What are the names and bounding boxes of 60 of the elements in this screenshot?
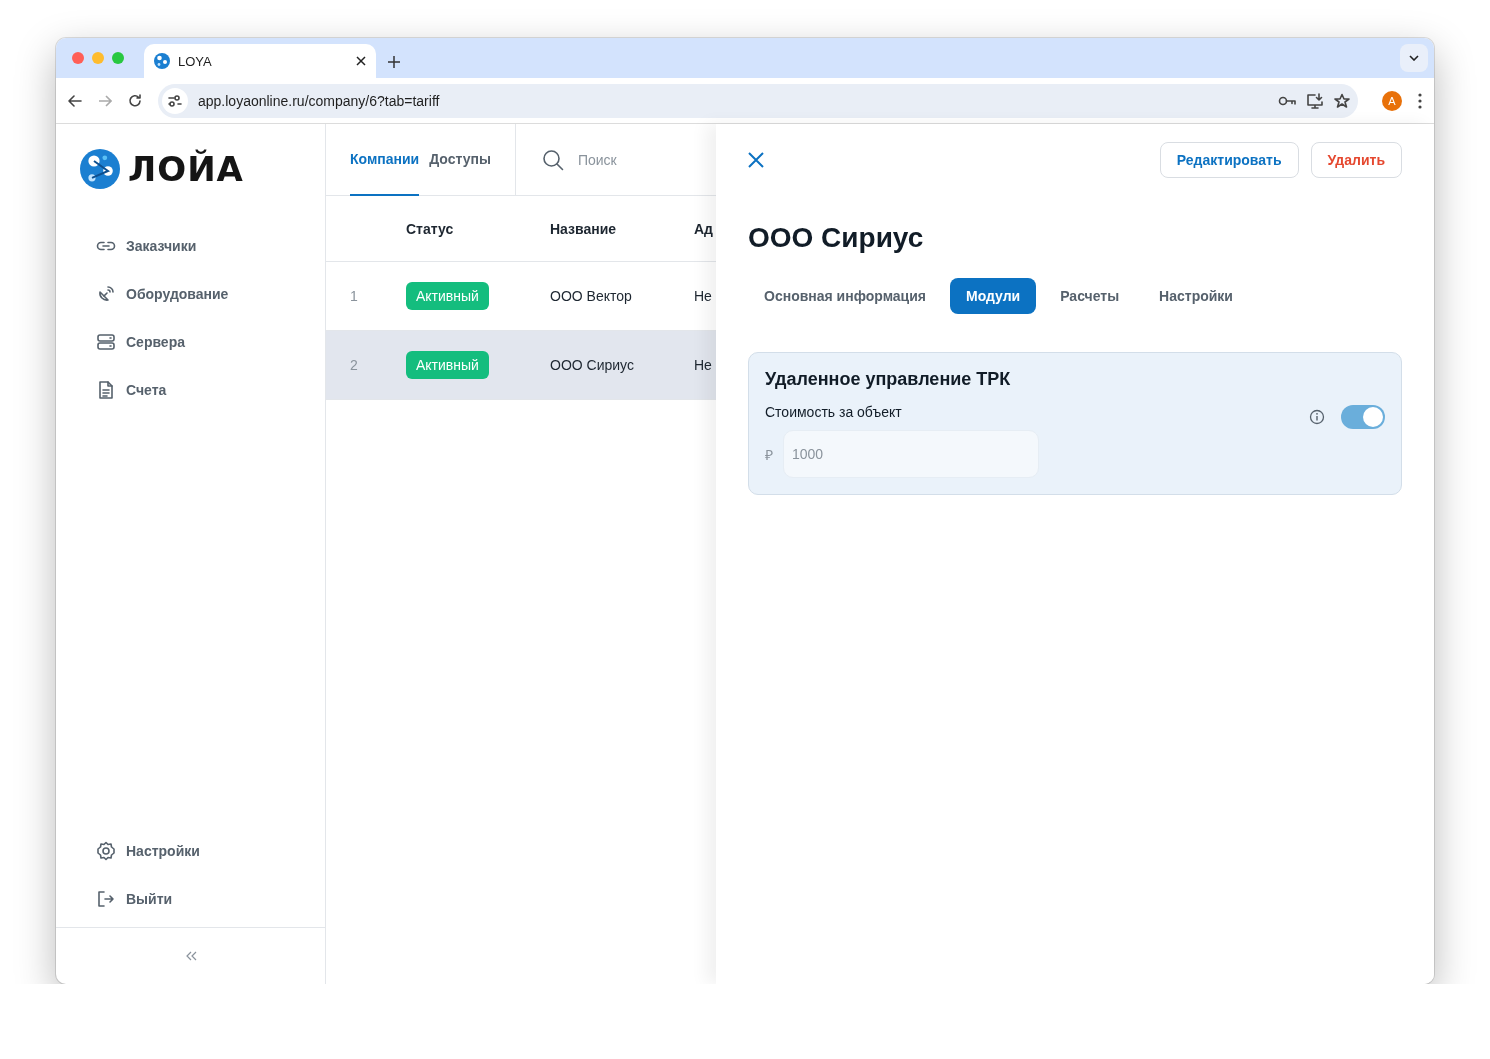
column-header: Название (550, 220, 618, 237)
row-number: 1 (350, 288, 359, 304)
nav-item[interactable]: Заказчики (96, 224, 325, 268)
edit-button[interactable]: Редактировать (1159, 142, 1299, 178)
info-icon[interactable] (1309, 408, 1325, 425)
column-header: Статус (406, 220, 455, 237)
search-icon (541, 148, 564, 171)
tab[interactable]: Доступы (429, 124, 491, 196)
install-icon[interactable] (1306, 92, 1324, 109)
star-icon[interactable] (1334, 92, 1350, 109)
nav-item[interactable]: Выйти (96, 877, 325, 921)
delete-button[interactable]: Удалить (1310, 142, 1402, 178)
site-settings-button[interactable] (162, 87, 188, 114)
collapse-icon[interactable] (184, 951, 197, 961)
tab[interactable]: Компании (350, 124, 420, 196)
logo-text: ЛОЙА (128, 149, 244, 189)
tab-title: LOYA (178, 53, 213, 69)
settings-icon (96, 841, 116, 861)
favicon-icon (154, 53, 170, 69)
server-icon (96, 332, 116, 352)
document-icon (96, 380, 116, 400)
reload-icon[interactable] (128, 93, 142, 108)
toggle-switch[interactable] (1341, 404, 1385, 429)
tab[interactable]: Настройки (1143, 278, 1249, 314)
key-icon[interactable] (1278, 94, 1296, 107)
status-badge: Активный (406, 351, 489, 379)
tab-search-button[interactable] (1400, 44, 1428, 72)
row-number: 2 (350, 357, 359, 373)
module-title: Удаленное управление ТРК (765, 369, 1012, 390)
column-header: Ад (694, 220, 714, 237)
price-input[interactable]: 1000 (783, 430, 1039, 478)
nav-item[interactable]: Оборудование (96, 272, 325, 316)
currency-sign: ₽ (765, 445, 773, 464)
logout-icon (96, 889, 116, 909)
nav-item[interactable]: Настройки (96, 829, 325, 873)
table-cell-text: ООО Вектор (550, 288, 633, 304)
table-cell-text: Не (694, 288, 713, 304)
menu-icon[interactable] (1418, 92, 1422, 109)
tab[interactable]: Основная информация (748, 278, 942, 314)
table-cell-text: Не (694, 357, 713, 373)
status-badge: Активный (406, 282, 489, 310)
url-text: app.loyaonline.ru/company/6?tab=tariff (198, 92, 441, 109)
close-icon[interactable] (356, 56, 366, 66)
table-row[interactable]: 2 Активный ООО Сириус Не (326, 331, 716, 400)
tab[interactable]: Расчеты (1044, 278, 1136, 314)
nav-item[interactable]: Счета (96, 368, 325, 412)
satellite-icon (96, 284, 116, 304)
chevron-down-icon (1409, 55, 1419, 61)
page-title: ООО Сириус (748, 222, 925, 254)
back-icon[interactable] (68, 94, 82, 107)
nav-item[interactable]: Сервера (96, 320, 325, 364)
sliders-icon (168, 94, 182, 107)
address-bar[interactable]: app.loyaonline.ru/company/6?tab=tariff (158, 83, 1358, 118)
table-cell-text: ООО Сириус (550, 357, 635, 373)
field-label: Стоимость за объект (765, 404, 903, 420)
search-field[interactable]: Поиск (515, 124, 716, 195)
browser-tab[interactable]: LOYA (144, 44, 376, 78)
logo-icon (80, 149, 120, 189)
tab[interactable]: Модули (950, 278, 1037, 314)
new-tab-icon[interactable] (388, 56, 400, 68)
